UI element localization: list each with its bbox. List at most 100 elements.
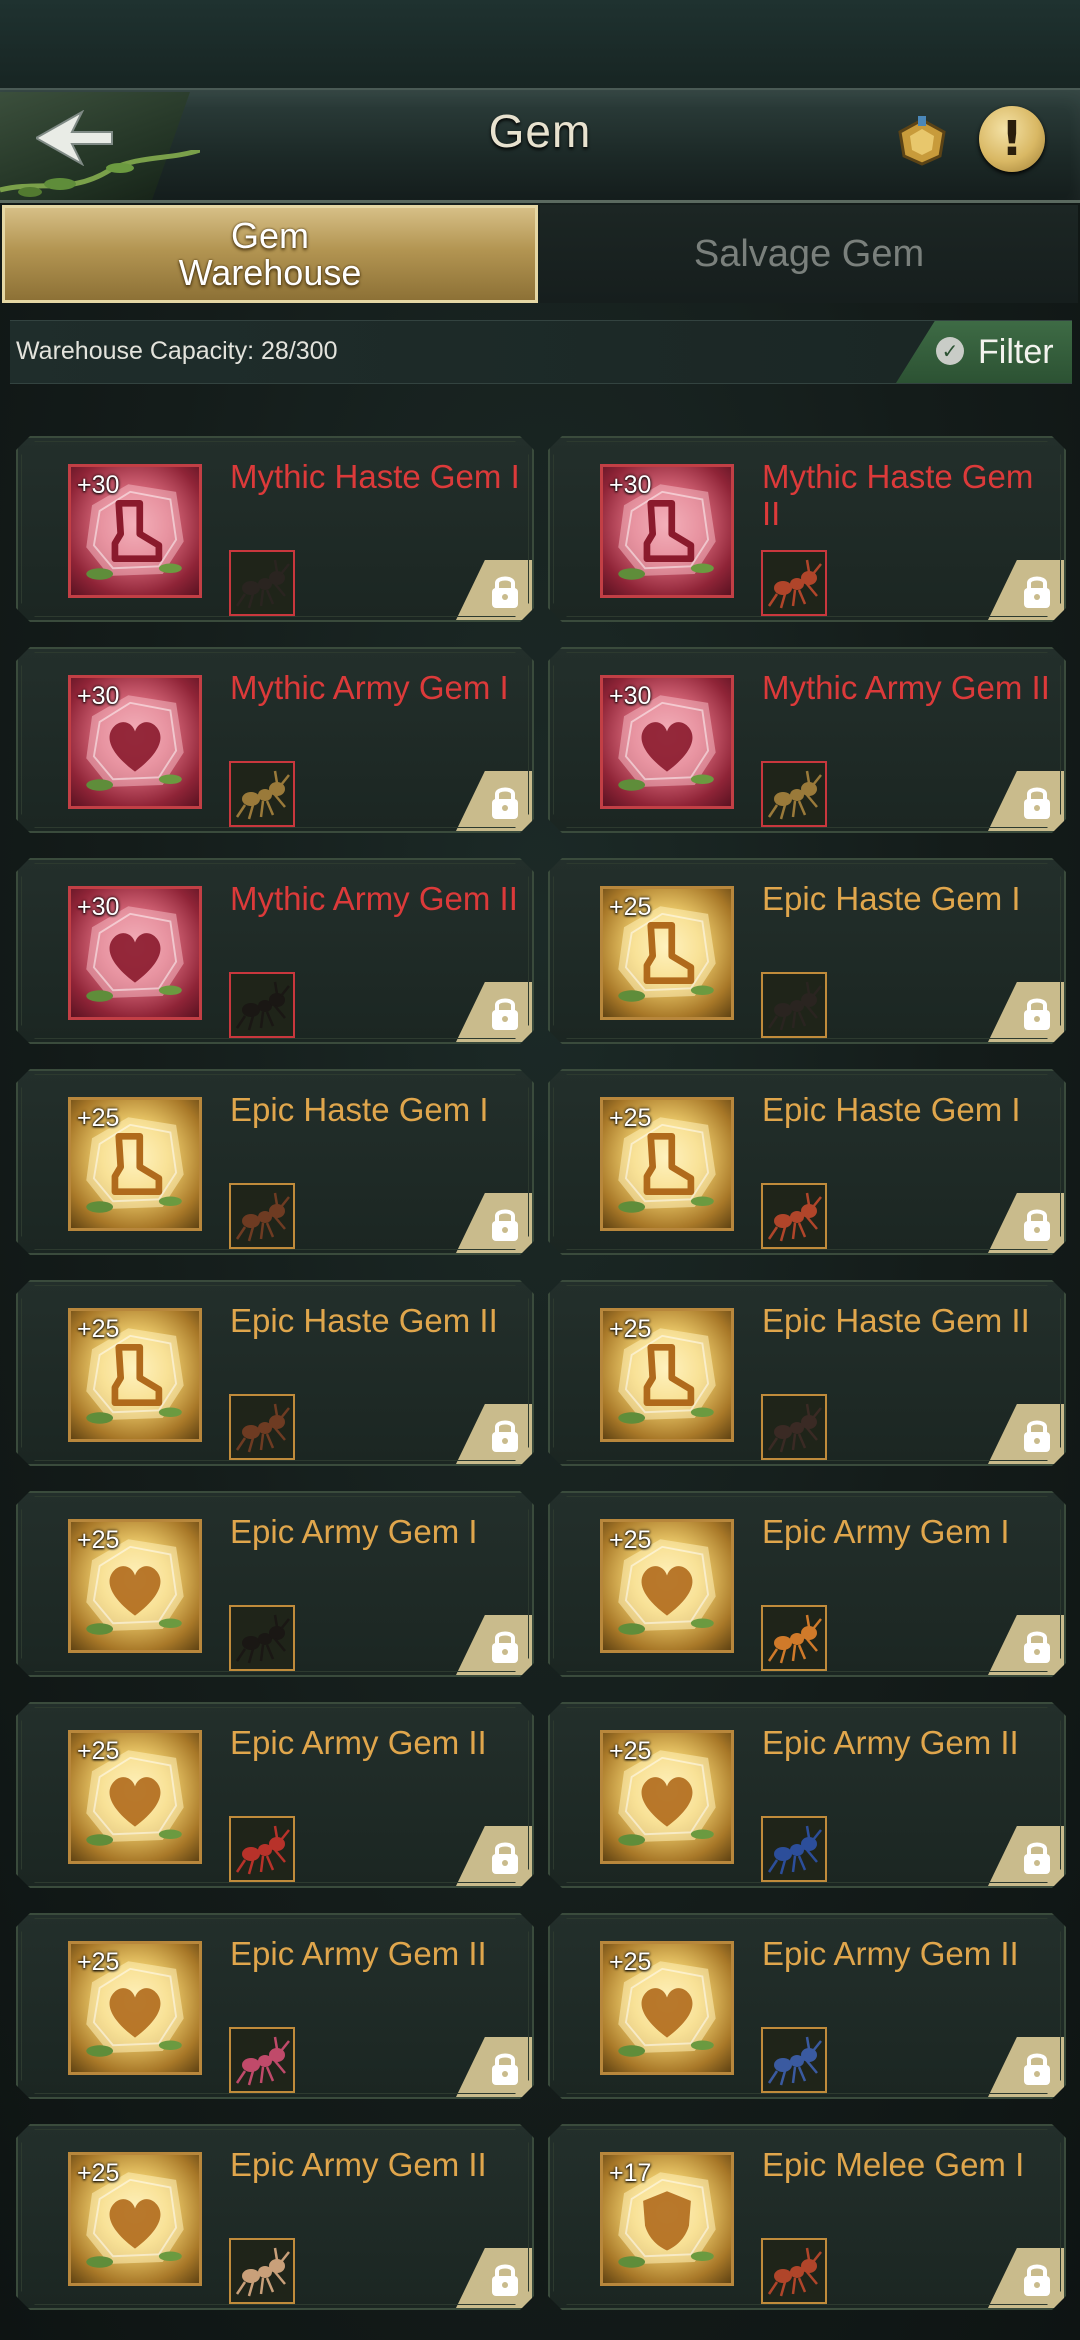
lock-button[interactable] [456, 2037, 532, 2097]
info-button[interactable]: ! [979, 106, 1045, 172]
tab-salvage-gem-label: Salvage Gem [693, 232, 925, 275]
tab-bar: Gem Warehouse Salvage Gem [0, 202, 1080, 304]
gem-level: +30 [609, 682, 652, 710]
lock-button[interactable] [456, 1193, 532, 1253]
gem-image-icon: +25 [600, 1730, 734, 1864]
tab-salvage-gem[interactable]: Salvage Gem [540, 205, 1078, 303]
gem-image-icon: +17 [600, 2152, 734, 2286]
lock-icon [488, 1416, 522, 1456]
gem-image-icon: +25 [68, 1730, 202, 1864]
gold-mantis-icon [229, 761, 295, 827]
lock-button[interactable] [988, 1193, 1064, 1253]
gem-level: +25 [609, 1526, 652, 1554]
gem-name: Epic Army Gem II [230, 2146, 487, 2183]
gem-name: Mythic Haste Gem I [230, 458, 520, 495]
orange-ant-icon [761, 1605, 827, 1671]
lock-icon [488, 1627, 522, 1667]
gem-card[interactable]: +30 Mythic Haste Gem I [16, 436, 534, 622]
black-beetle-icon [229, 972, 295, 1038]
gem-card[interactable]: +30 Mythic Army Gem II [16, 858, 534, 1044]
filter-button[interactable]: ✓ Filter [896, 321, 1072, 383]
gem-card[interactable]: +25 Epic Haste Gem I [16, 1069, 534, 1255]
brown-ant-icon [229, 1183, 295, 1249]
gem-image-icon: +25 [68, 1941, 202, 2075]
gem-card[interactable]: +25 Epic Army Gem II [16, 1913, 534, 2099]
lock-button[interactable] [456, 2248, 532, 2308]
black-beetle-icon [229, 1605, 295, 1671]
lock-button[interactable] [988, 2037, 1064, 2097]
gem-card[interactable]: +25 Epic Army Gem I [548, 1491, 1066, 1677]
gem-card[interactable]: +25 Epic Army Gem II [16, 1702, 534, 1888]
lock-icon [1020, 1416, 1054, 1456]
lock-icon [1020, 2260, 1054, 2300]
gem-card[interactable]: +25 Epic Haste Gem II [548, 1280, 1066, 1466]
gem-image-icon: +30 [68, 886, 202, 1020]
gem-name: Epic Haste Gem I [230, 1091, 489, 1128]
gem-image-icon: +25 [600, 1097, 734, 1231]
gold-rank-icon[interactable] [892, 110, 952, 170]
lock-button[interactable] [988, 1404, 1064, 1464]
gem-name: Epic Melee Gem I [762, 2146, 1025, 2183]
gem-level: +25 [609, 1315, 652, 1343]
lock-button[interactable] [988, 560, 1064, 620]
lock-icon [488, 994, 522, 1034]
gold-mantis-icon [761, 761, 827, 827]
gem-card[interactable]: +25 Epic Haste Gem I [548, 858, 1066, 1044]
lock-icon [1020, 1838, 1054, 1878]
lock-icon [488, 2260, 522, 2300]
pale-ant-icon [229, 2238, 295, 2304]
gem-card[interactable]: +25 Epic Army Gem II [548, 1702, 1066, 1888]
lock-icon [1020, 1627, 1054, 1667]
gem-level: +25 [609, 1948, 652, 1976]
lock-icon [1020, 2049, 1054, 2089]
lock-button[interactable] [988, 1826, 1064, 1886]
tab-gem-warehouse-label: Gem Warehouse [178, 215, 362, 293]
gem-name: Epic Army Gem I [230, 1513, 478, 1550]
lock-icon [1020, 994, 1054, 1034]
lock-button[interactable] [988, 1615, 1064, 1675]
lock-button[interactable] [988, 771, 1064, 831]
gem-card[interactable]: +30 Mythic Haste Gem II [548, 436, 1066, 622]
lock-button[interactable] [456, 771, 532, 831]
gem-card[interactable]: +17 Epic Melee Gem I [548, 2124, 1066, 2310]
blue-ant-icon [761, 1816, 827, 1882]
gem-level: +25 [77, 1948, 120, 1976]
lock-icon [488, 1838, 522, 1878]
lock-button[interactable] [456, 1826, 532, 1886]
gem-name: Mythic Army Gem II [762, 669, 1050, 706]
gem-level: +25 [609, 893, 652, 921]
gem-card[interactable]: +25 Epic Haste Gem II [16, 1280, 534, 1466]
gem-card[interactable]: +30 Mythic Army Gem II [548, 647, 1066, 833]
lock-button[interactable] [456, 560, 532, 620]
gem-card[interactable]: +25 Epic Haste Gem I [548, 1069, 1066, 1255]
gem-name: Epic Army Gem II [230, 1935, 487, 1972]
lock-button[interactable] [456, 1404, 532, 1464]
gem-card[interactable]: +25 Epic Army Gem II [548, 1913, 1066, 2099]
lock-button[interactable] [456, 982, 532, 1042]
lock-button[interactable] [988, 982, 1064, 1042]
lock-icon [1020, 783, 1054, 823]
gem-card[interactable]: +25 Epic Army Gem II [16, 2124, 534, 2310]
gem-image-icon: +25 [68, 2152, 202, 2286]
gem-card[interactable]: +30 Mythic Army Gem I [16, 647, 534, 833]
lock-button[interactable] [988, 2248, 1064, 2308]
gem-name: Epic Army Gem II [762, 1935, 1019, 1972]
lock-icon [488, 572, 522, 612]
gem-name: Epic Haste Gem I [762, 1091, 1021, 1128]
gem-level: +30 [609, 471, 652, 499]
gem-image-icon: +30 [600, 464, 734, 598]
lock-button[interactable] [456, 1615, 532, 1675]
gem-name: Epic Army Gem II [762, 1724, 1019, 1761]
gem-image-icon: +25 [600, 886, 734, 1020]
spider-icon [229, 2027, 295, 2093]
page-title: Gem [488, 105, 592, 157]
gem-name: Mythic Army Gem II [230, 880, 518, 917]
gem-image-icon: +25 [600, 1941, 734, 2075]
warehouse-capacity-text: Warehouse Capacity: 28/300 [16, 337, 338, 365]
gem-name: Epic Haste Gem II [762, 1302, 1030, 1339]
tab-gem-warehouse[interactable]: Gem Warehouse [2, 205, 538, 303]
checkmark-icon: ✓ [936, 337, 964, 365]
red-larva-icon [229, 1816, 295, 1882]
gem-card[interactable]: +25 Epic Army Gem I [16, 1491, 534, 1677]
lock-icon [488, 2049, 522, 2089]
